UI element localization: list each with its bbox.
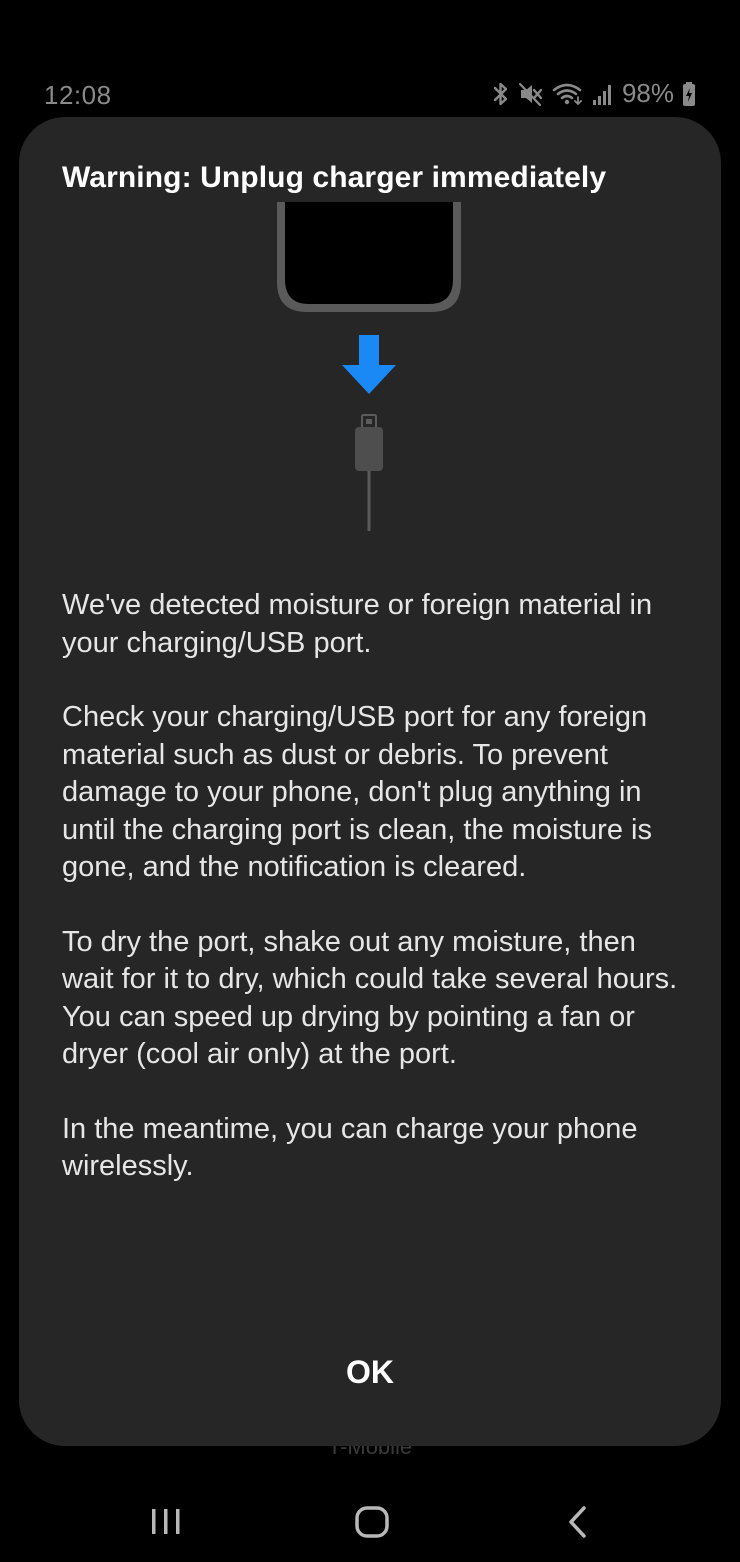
screen: 12:08 98% T-Mobile Warning: Unplug charg… — [0, 0, 740, 1562]
dialog-body: We've detected moisture or foreign mater… — [62, 587, 687, 1223]
arrow-down-icon — [342, 335, 396, 394]
home-button[interactable] — [332, 1500, 412, 1544]
back-button[interactable] — [538, 1500, 618, 1544]
dialog-paragraph: To dry the port, shake out any moisture,… — [62, 925, 678, 1071]
bluetooth-icon — [492, 81, 510, 107]
usb-cable-icon — [355, 414, 383, 531]
back-icon — [569, 1506, 586, 1538]
battery-charging-icon — [682, 81, 696, 107]
status-time: 12:08 — [44, 80, 112, 110]
dialog-paragraph: In the meantime, you can charge your pho… — [62, 1112, 638, 1183]
navigation-bar — [0, 1480, 740, 1562]
home-icon — [355, 1506, 389, 1538]
dialog-paragraph: We've detected moisture or foreign mater… — [62, 589, 653, 659]
mute-icon — [518, 81, 544, 107]
status-bar: 12:08 98% — [0, 70, 740, 120]
status-icons: 98% — [492, 78, 696, 109]
dialog-title: Warning: Unplug charger immediately — [62, 161, 607, 194]
dialog-paragraph: Check your charging/USB port for any for… — [62, 701, 652, 883]
wifi-icon — [552, 81, 584, 107]
ok-button[interactable]: OK — [270, 1337, 470, 1407]
recents-button[interactable] — [126, 1500, 206, 1544]
battery-percentage: 98% — [621, 78, 674, 108]
unplug-illustration — [277, 202, 461, 531]
signal-icon — [592, 82, 614, 106]
phone-icon — [277, 202, 461, 312]
moisture-warning-dialog: Warning: Unplug charger immediately We'v… — [19, 117, 721, 1446]
recents-icon — [152, 1509, 180, 1534]
